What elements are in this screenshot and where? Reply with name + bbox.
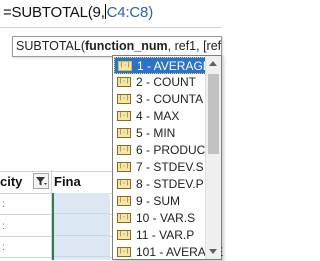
column-header-city[interactable]: city: [0, 174, 22, 189]
column-header-final[interactable]: Fina: [54, 174, 81, 189]
list-item-101-average[interactable]: (·) 101 - AVERAGE: [114, 244, 223, 261]
list-item-10-var-s[interactable]: (·) 10 - VAR.S: [114, 210, 206, 227]
scrollbar-thumb[interactable]: [208, 74, 219, 154]
filter-dropdown-button[interactable]: [33, 173, 49, 189]
tooltip-current-argument[interactable]: function_num: [85, 39, 168, 53]
selected-range-column[interactable]: [52, 193, 110, 260]
function-num-autocomplete-list[interactable]: (·) 1 - AVERAGE (·) 2 - COUNT (·) 3 - COUNT…: [112, 55, 223, 261]
grid-line: [54, 256, 110, 257]
list-item-11-var-p[interactable]: (·) 11 - VAR.P: [114, 227, 206, 244]
list-item-label: 9 - SUM: [136, 194, 181, 208]
function-icon: (·): [117, 213, 131, 223]
list-item-1-average[interactable]: (·) 1 - AVERAGE: [114, 57, 211, 74]
list-item-label: 10 - VAR.S: [136, 211, 196, 225]
cell-fragment: :: [2, 221, 5, 232]
function-icon: (·): [117, 162, 131, 172]
function-icon: (·): [117, 179, 131, 189]
list-item-9-sum[interactable]: (·) 9 - SUM: [114, 193, 206, 210]
tooltip-function-name: SUBTOTAL(: [16, 39, 85, 53]
list-item-label: 2 - COUNT: [136, 75, 196, 89]
list-item-label: 11 - VAR.P: [136, 228, 195, 242]
function-icon: (·): [117, 111, 131, 121]
grid-line: [54, 235, 110, 236]
list-item-label: 4 - MAX: [136, 109, 180, 123]
formula-bar[interactable]: =SUBTOTAL(9, C4:C8): [0, 0, 222, 28]
filter-icon: [36, 177, 47, 186]
function-icon: (·): [117, 230, 131, 240]
list-item-3-counta[interactable]: (·) 3 - COUNTA: [114, 91, 206, 108]
grid-line: [54, 213, 110, 214]
formula-range-ref: C4:C8): [106, 4, 154, 21]
list-item-label: 1 - AVERAGE: [137, 59, 211, 73]
function-icon: (·): [117, 196, 131, 206]
list-item-6-product[interactable]: (·) 6 - PRODUCT: [114, 142, 213, 159]
formula-text[interactable]: =SUBTOTAL(9, C4:C8): [3, 4, 153, 21]
function-icon: (·): [117, 145, 131, 155]
list-item-8-stdev-p[interactable]: (·) 8 - STDEV.P: [114, 176, 206, 193]
list-item-label: 8 - STDEV.P: [136, 177, 204, 191]
function-icon: (·): [117, 247, 131, 257]
function-arguments-tooltip: SUBTOTAL(function_num, ref1, [ref2], ...: [12, 36, 222, 57]
dropdown-scrollbar[interactable]: [205, 56, 221, 259]
tooltip-other-arguments: , ref1, [ref2], ...: [167, 39, 222, 53]
list-item-7-stdev-s[interactable]: (·) 7 - STDEV.S: [114, 159, 206, 176]
list-item-label: 7 - STDEV.S: [136, 160, 204, 174]
function-icon: (·): [117, 94, 131, 104]
cell-fragment: :: [2, 199, 5, 210]
autocomplete-items: (·) 1 - AVERAGE (·) 2 - COUNT (·) 3 - COUNT…: [114, 57, 223, 261]
list-item-2-count[interactable]: (·) 2 - COUNT: [114, 74, 206, 91]
scroll-up-arrow-icon[interactable]: [209, 61, 217, 66]
cell-fragment: :: [2, 242, 5, 253]
list-item-4-max[interactable]: (·) 4 - MAX: [114, 108, 206, 125]
function-icon: (·): [118, 61, 132, 71]
list-item-label: 6 - PRODUCT: [136, 143, 213, 157]
list-item-label: 3 - COUNTA: [136, 92, 204, 106]
function-icon: (·): [117, 128, 131, 138]
formula-prefix: =SUBTOTAL(9,: [3, 4, 105, 21]
function-icon: (·): [117, 77, 131, 87]
list-item-label: 5 - MIN: [136, 126, 176, 140]
scroll-down-arrow-icon[interactable]: [209, 249, 217, 254]
list-item-5-min[interactable]: (·) 5 - MIN: [114, 125, 206, 142]
